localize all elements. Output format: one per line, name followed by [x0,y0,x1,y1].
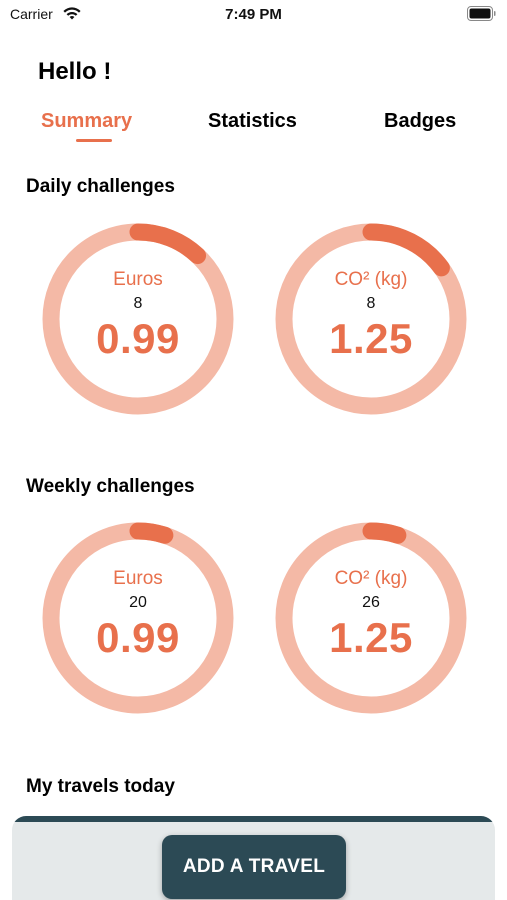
ring-label: CO² (kg) [334,269,408,290]
ring-count: 26 [362,594,380,611]
my-travels-title: My travels today [26,776,175,797]
daily-challenges-title: Daily challenges [26,176,175,197]
daily-euros-ring[interactable]: Euros 8 0.99 [40,221,236,417]
weekly-euros-ring[interactable]: Euros 20 0.99 [40,520,236,716]
ring-value: 1.25 [329,315,413,362]
battery-icon [467,6,496,21]
add-travel-button[interactable]: ADD A TRAVEL [162,835,346,899]
weekly-co2-ring[interactable]: CO² (kg) 26 1.25 [273,520,469,716]
ring-count: 8 [366,295,376,312]
ring-label: Euros [113,269,163,290]
greeting-title: Hello ! [38,58,112,85]
daily-co2-ring[interactable]: CO² (kg) 8 1.25 [273,221,469,417]
ring-label: CO² (kg) [334,568,408,589]
status-bar: Carrier 7:49 PM [0,0,507,30]
weekly-challenges-title: Weekly challenges [26,476,195,497]
ring-count: 8 [133,295,143,312]
ring-count: 20 [129,594,147,611]
tab-badges[interactable]: Badges [384,110,456,133]
tab-bar: Summary Statistics Badges [0,110,507,150]
active-tab-indicator [76,139,112,142]
status-time: 7:49 PM [225,6,282,23]
tab-statistics[interactable]: Statistics [208,110,297,133]
ring-label: Euros [113,568,163,589]
ring-value: 0.99 [96,315,180,362]
tab-summary[interactable]: Summary [41,110,132,133]
ring-value: 0.99 [96,614,180,661]
ring-value: 1.25 [329,614,413,661]
